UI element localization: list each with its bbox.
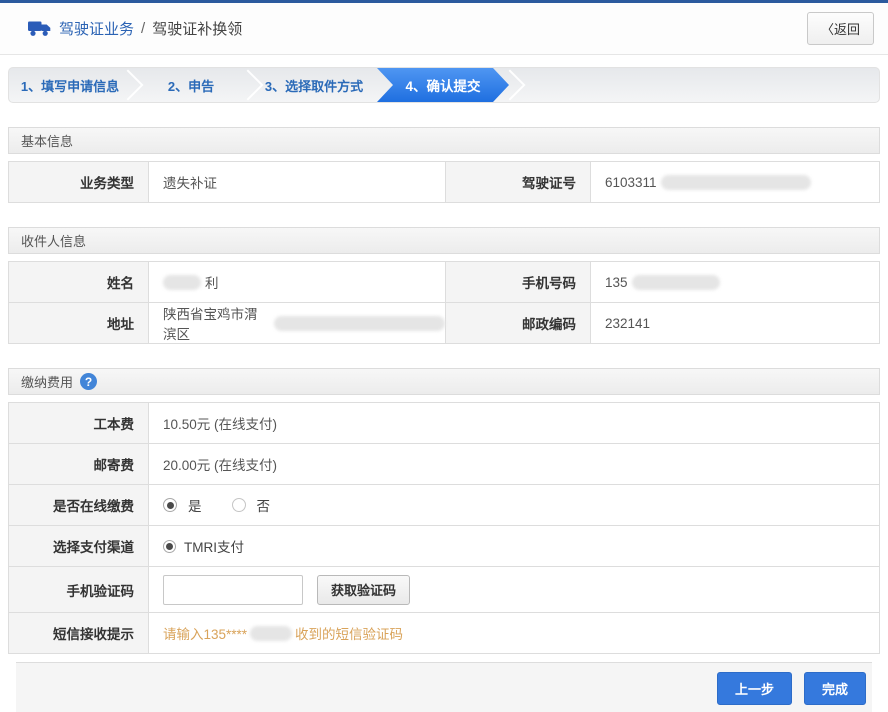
phone-text: 135 bbox=[605, 274, 628, 290]
step-4-confirm-submit[interactable]: 4、确认提交 bbox=[377, 68, 509, 102]
radio-pay-online-yes[interactable] bbox=[163, 498, 177, 512]
phone-value: 135 bbox=[591, 262, 879, 303]
license-number-value: 6103311 bbox=[591, 162, 879, 203]
postcode-value: 232141 bbox=[591, 303, 879, 344]
basic-info-table: 业务类型 遗失补证 驾驶证号 6103311 bbox=[8, 161, 880, 203]
mail-fee-label: 邮寄费 bbox=[9, 444, 149, 485]
business-type-label: 业务类型 bbox=[9, 162, 149, 203]
breadcrumb-current: 驾驶证补换领 bbox=[152, 21, 243, 38]
redacted-text bbox=[660, 174, 811, 190]
payment-title: 缴纳费用 bbox=[21, 375, 74, 390]
address-value: 陕西省宝鸡市渭滨区 bbox=[149, 303, 445, 344]
pay-channel-options: TMRI支付 bbox=[149, 526, 879, 567]
pay-channel-label: 选择支付渠道 bbox=[9, 526, 149, 567]
recipient-info-title: 收件人信息 bbox=[21, 234, 87, 249]
radio-tmri-pay[interactable] bbox=[163, 539, 176, 553]
redacted-text bbox=[163, 274, 201, 290]
license-number-text: 6103311 bbox=[605, 174, 657, 190]
recipient-info-section-header: 收件人信息 bbox=[8, 227, 880, 254]
sms-tip-label: 短信接收提示 bbox=[9, 613, 149, 654]
sms-tip-prefix: 请输入135**** bbox=[163, 627, 248, 642]
redacted-text bbox=[273, 315, 445, 331]
radio-tmri-label[interactable]: TMRI支付 bbox=[184, 536, 244, 556]
captcha-row: 获取验证码 bbox=[149, 567, 879, 613]
captcha-label: 手机验证码 bbox=[9, 567, 149, 613]
breadcrumb-service[interactable]: 驾驶证业务 bbox=[59, 18, 134, 39]
address-label: 地址 bbox=[9, 303, 149, 344]
work-fee-label: 工本费 bbox=[9, 403, 149, 444]
recipient-info-table: 姓名 利 手机号码 135 地址 陕西省宝鸡市渭滨区 邮政编码 232141 bbox=[8, 261, 880, 344]
captcha-input[interactable] bbox=[163, 574, 303, 605]
previous-step-button[interactable]: 上一步 bbox=[716, 672, 792, 705]
breadcrumb: 驾驶证业务 / 驾驶证补换领 bbox=[28, 18, 242, 39]
basic-info-title: 基本信息 bbox=[21, 134, 74, 149]
payment-section-header: 缴纳费用 ? bbox=[8, 368, 880, 395]
radio-yes-label[interactable]: 是 bbox=[188, 495, 202, 515]
step-progress-bar: 1、填写申请信息 2、申告 3、选择取件方式 4、确认提交 bbox=[8, 67, 880, 103]
sms-tip-value: 请输入135**** 收到的短信验证码 bbox=[149, 613, 879, 654]
sms-tip-text: 请输入135**** 收到的短信验证码 bbox=[163, 623, 403, 643]
phone-label: 手机号码 bbox=[445, 262, 591, 303]
page-container: 驾驶证业务 / 驾驶证补换领 〈返回 1、填写申请信息 2、申告 3、选择取件方… bbox=[0, 0, 888, 712]
radio-no-label[interactable]: 否 bbox=[257, 495, 271, 515]
redacted-text bbox=[250, 625, 293, 641]
radio-pay-online-no[interactable] bbox=[231, 498, 246, 512]
footer-action-bar: 上一步 完成 bbox=[16, 662, 872, 712]
step-1-fill-info[interactable]: 1、填写申请信息 bbox=[9, 68, 131, 102]
payment-table: 工本费 10.50元 (在线支付) 邮寄费 20.00元 (在线支付) 是否在线… bbox=[8, 402, 880, 654]
business-type-text: 遗失补证 bbox=[163, 176, 217, 191]
work-fee-text: 10.50元 (在线支付) bbox=[163, 417, 278, 432]
postcode-text: 232141 bbox=[605, 315, 651, 331]
help-icon[interactable]: ? bbox=[80, 373, 98, 390]
get-code-button[interactable]: 获取验证码 bbox=[317, 574, 411, 605]
address-text: 陕西省宝鸡市渭滨区 bbox=[163, 307, 258, 342]
business-type-value: 遗失补证 bbox=[149, 162, 445, 203]
name-text: 利 bbox=[205, 276, 219, 291]
online-pay-options: 是 否 bbox=[149, 485, 879, 526]
license-number-label: 驾驶证号 bbox=[445, 162, 591, 203]
redacted-text bbox=[631, 274, 720, 290]
finish-button[interactable]: 完成 bbox=[803, 672, 866, 705]
sms-tip-suffix: 收到的短信验证码 bbox=[295, 627, 404, 642]
basic-info-section-header: 基本信息 bbox=[8, 127, 880, 154]
online-pay-label: 是否在线缴费 bbox=[9, 485, 149, 526]
postcode-label: 邮政编码 bbox=[445, 303, 591, 344]
work-fee-value: 10.50元 (在线支付) bbox=[149, 403, 879, 444]
step-2-declare[interactable]: 2、申告 bbox=[131, 68, 251, 102]
mail-fee-value: 20.00元 (在线支付) bbox=[149, 444, 879, 485]
step-3-pickup-method[interactable]: 3、选择取件方式 bbox=[251, 68, 377, 102]
truck-icon bbox=[28, 20, 52, 37]
main-content: 基本信息 业务类型 遗失补证 驾驶证号 6103311 收件人信息 姓名 利 手… bbox=[0, 127, 888, 712]
page-header: 驾驶证业务 / 驾驶证补换领 〈返回 bbox=[0, 3, 888, 55]
mail-fee-text: 20.00元 (在线支付) bbox=[163, 458, 278, 473]
name-value: 利 bbox=[149, 262, 445, 303]
name-label: 姓名 bbox=[9, 262, 149, 303]
back-button[interactable]: 〈返回 bbox=[806, 12, 874, 45]
breadcrumb-separator: / bbox=[141, 20, 146, 37]
